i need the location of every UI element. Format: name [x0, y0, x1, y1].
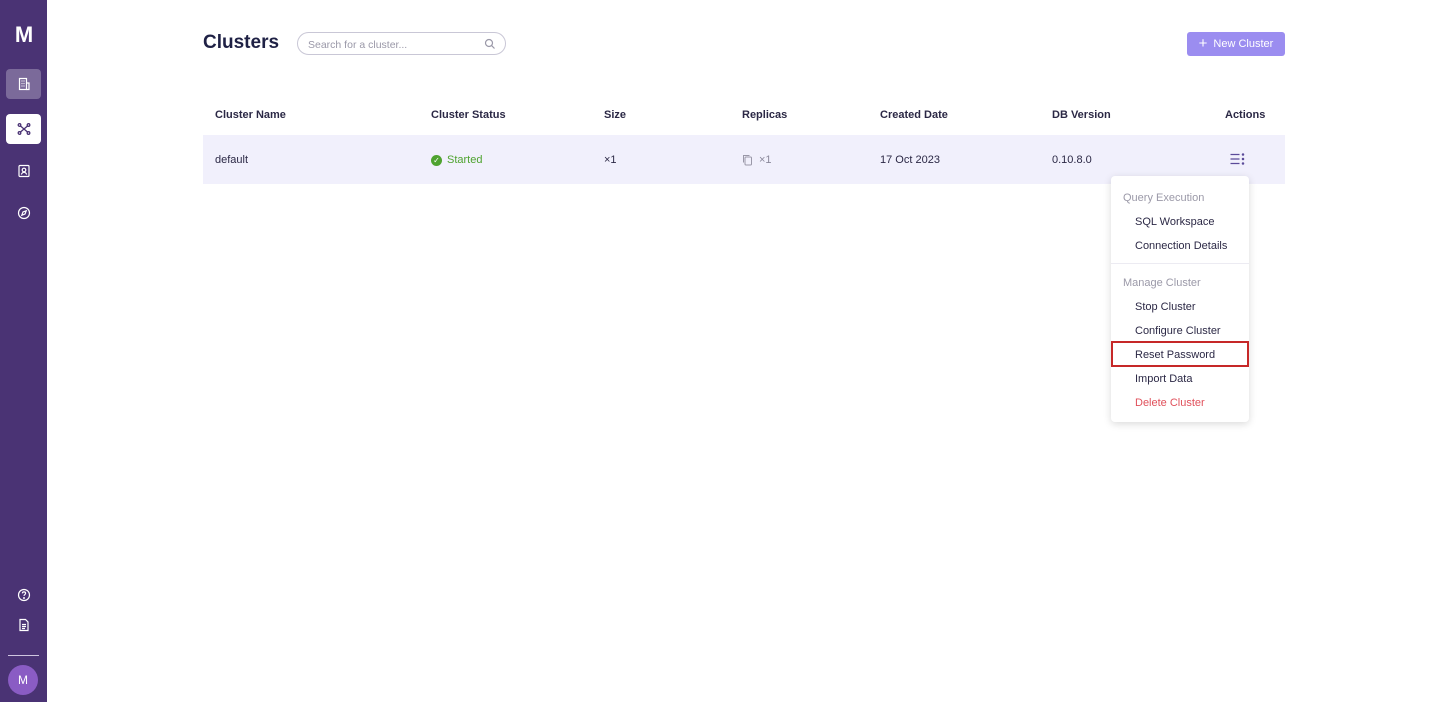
sidebar-item-clusters[interactable] — [6, 69, 41, 99]
document-icon — [18, 618, 29, 632]
sidebar-item-topology[interactable] — [6, 114, 41, 144]
compass-icon — [17, 206, 30, 220]
menu-item-reset-password[interactable]: Reset Password — [1135, 349, 1215, 361]
column-header-created-date: Created Date — [880, 109, 948, 121]
page-title: Clusters — [203, 32, 280, 53]
size-cell: ×1 — [604, 154, 617, 166]
replicas-value: ×1 — [759, 154, 772, 166]
menu-item-connection-details[interactable]: Connection Details — [1135, 240, 1227, 252]
contact-book-icon — [17, 164, 30, 178]
building-icon — [18, 77, 30, 91]
sidebar: M M — [0, 0, 47, 702]
sidebar-item-explore[interactable] — [6, 198, 41, 228]
sidebar-divider — [8, 655, 39, 656]
search-input[interactable] — [306, 36, 480, 53]
db-version-cell: 0.10.8.0 — [1052, 154, 1092, 166]
status-badge: ✓ Started — [431, 154, 482, 166]
sidebar-item-docs[interactable] — [6, 610, 41, 640]
status-label: Started — [447, 154, 483, 166]
search-icon[interactable] — [484, 38, 496, 50]
menu-group-query-execution: Query Execution — [1123, 192, 1205, 204]
menu-item-import-data[interactable]: Import Data — [1135, 373, 1192, 385]
avatar[interactable]: M — [8, 665, 38, 695]
created-date-cell: 17 Oct 2023 — [880, 154, 940, 166]
menu-item-delete-cluster[interactable]: Delete Cluster — [1135, 397, 1205, 409]
column-header-cluster-name: Cluster Name — [215, 109, 286, 121]
app-logo[interactable]: M — [0, 22, 47, 48]
cluster-name-cell[interactable]: default — [215, 154, 248, 166]
column-header-replicas: Replicas — [742, 109, 788, 121]
menu-item-sql-workspace[interactable]: SQL Workspace — [1135, 216, 1214, 228]
network-icon — [17, 123, 30, 135]
column-header-db-version: DB Version — [1052, 109, 1111, 121]
column-header-actions: Actions — [1225, 109, 1266, 121]
menu-group-manage-cluster: Manage Cluster — [1123, 277, 1201, 289]
sidebar-item-help[interactable] — [6, 580, 41, 610]
new-cluster-label: New Cluster — [1213, 38, 1274, 50]
actions-dropdown-menu: Query Execution SQL Workspace Connection… — [1111, 176, 1249, 422]
column-header-size: Size — [604, 109, 627, 121]
menu-item-stop-cluster[interactable]: Stop Cluster — [1135, 301, 1196, 313]
menu-item-configure-cluster[interactable]: Configure Cluster — [1135, 325, 1221, 337]
column-header-cluster-status: Cluster Status — [431, 109, 506, 121]
search-field — [297, 32, 506, 55]
check-circle-icon: ✓ — [431, 154, 442, 166]
actions-menu-icon[interactable] — [1229, 152, 1245, 166]
new-cluster-button[interactable]: + New Cluster — [1187, 32, 1285, 56]
copy-icon — [743, 155, 752, 166]
help-circle-icon — [17, 588, 30, 602]
replicas-cell: ×1 — [742, 154, 772, 166]
plus-icon: + — [1198, 34, 1208, 52]
sidebar-item-contacts[interactable] — [6, 156, 41, 186]
menu-divider — [1111, 263, 1249, 264]
